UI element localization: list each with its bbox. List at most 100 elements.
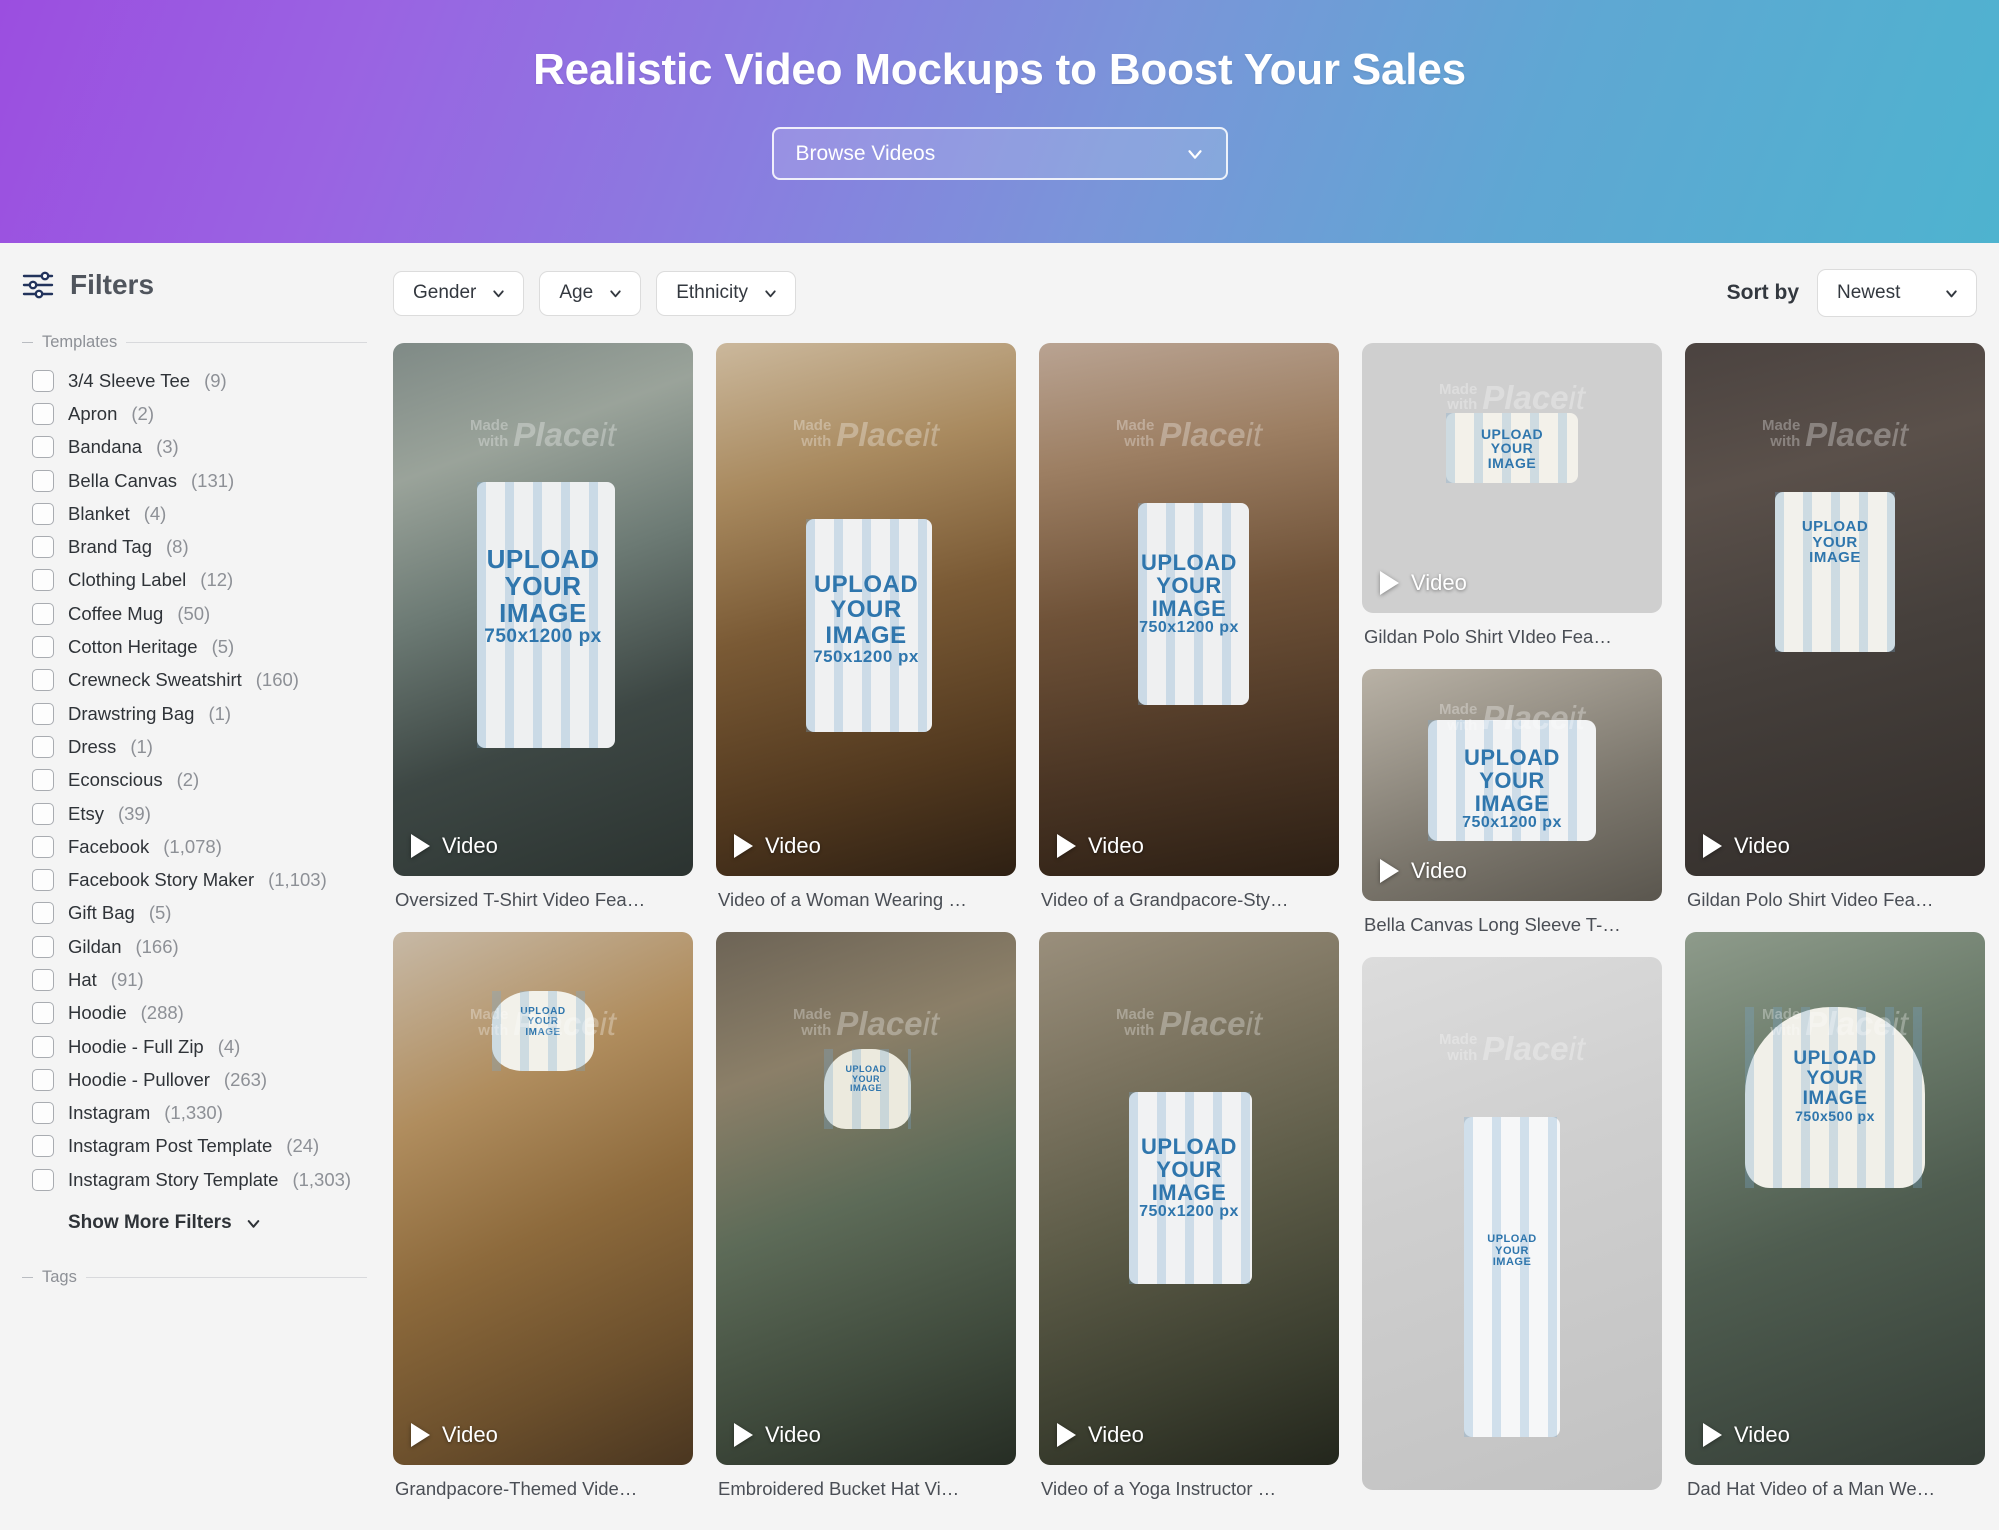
upload-line-3: IMAGE (825, 621, 907, 649)
mockup-card[interactable]: UPLOAD YOUR IMAGE Made with Placeit Video Grand… (393, 932, 693, 1511)
mockup-card[interactable]: UPLOAD YOUR IMAGE 750x1200 px Made with Placei… (1362, 669, 1662, 947)
mockup-card[interactable]: UPLOAD YOUR IMAGE Made with Placeit (1362, 957, 1662, 1490)
mockup-thumbnail[interactable]: UPLOAD YOUR IMAGE 750x1200 px Made with Placei… (1362, 669, 1662, 901)
template-filter-item[interactable]: Hoodie - Full Zip (4) (22, 1030, 385, 1063)
checkbox[interactable] (32, 536, 54, 559)
play-icon (1057, 1423, 1076, 1447)
age-filter-dropdown[interactable]: Age (539, 270, 642, 316)
mockup-thumbnail[interactable]: UPLOAD YOUR IMAGE 750x1200 px Made with Placei… (1039, 343, 1339, 876)
mockup-card[interactable]: UPLOAD YOUR IMAGE Made with Placeit Video Gilda… (1685, 343, 1985, 922)
checkbox[interactable] (32, 802, 54, 825)
upload-line-3: IMAGE (1151, 596, 1227, 622)
checkbox[interactable] (32, 502, 54, 525)
checkbox[interactable] (32, 869, 54, 892)
checkbox[interactable] (32, 702, 54, 725)
mockup-thumbnail[interactable]: UPLOAD YOUR IMAGE 750x500 px Made with Placeit… (1685, 932, 1985, 1465)
upload-dimensions: 750x1200 px (1139, 619, 1239, 637)
mockup-card[interactable]: UPLOAD YOUR IMAGE 750x1200 px Made with Placei… (393, 343, 693, 922)
template-filter-item[interactable]: Drawstring Bag (1) (22, 697, 385, 730)
sort-by-dropdown[interactable]: Newest (1817, 269, 1977, 317)
checkbox[interactable] (32, 1035, 54, 1058)
template-filter-item[interactable]: Bandana (3) (22, 431, 385, 464)
template-filter-item[interactable]: Bella Canvas (131) (22, 464, 385, 497)
mockup-thumbnail[interactable]: UPLOAD YOUR IMAGE Made with Placeit Video (1685, 343, 1985, 876)
template-filter-label: Etsy (68, 802, 104, 824)
template-filter-item[interactable]: Crewneck Sweatshirt (160) (22, 664, 385, 697)
checkbox[interactable] (32, 968, 54, 991)
mockup-card[interactable]: UPLOAD YOUR IMAGE 750x500 px Made with Placeit… (1685, 932, 1985, 1511)
upload-line-2: YOUR (1812, 533, 1858, 551)
checkbox[interactable] (32, 369, 54, 392)
mockup-thumbnail[interactable]: UPLOAD YOUR IMAGE Made with Placeit Video (1362, 343, 1662, 613)
checkbox[interactable] (32, 402, 54, 425)
upload-dimensions: 750x1200 px (1139, 1202, 1239, 1220)
template-filter-item[interactable]: Blanket (4) (22, 497, 385, 530)
mockup-thumbnail[interactable]: UPLOAD YOUR IMAGE 750x1200 px Made with Placei… (393, 343, 693, 876)
template-filter-item[interactable]: Gildan (166) (22, 930, 385, 963)
mockup-thumbnail[interactable]: UPLOAD YOUR IMAGE Made with Placeit (1362, 957, 1662, 1490)
show-more-filters-button[interactable]: Show More Filters (68, 1212, 385, 1234)
play-icon (734, 1423, 753, 1447)
upload-line-2: YOUR (1156, 572, 1222, 598)
template-filter-item[interactable]: Instagram Post Template (24) (22, 1130, 385, 1163)
checkbox[interactable] (32, 1135, 54, 1158)
upload-line-1: UPLOAD (1464, 744, 1560, 770)
template-filter-count: (3) (156, 436, 179, 458)
template-filter-item[interactable]: Clothing Label (12) (22, 564, 385, 597)
mockup-card[interactable]: UPLOAD YOUR IMAGE Made with Placeit Video Gilda… (1362, 343, 1662, 659)
template-filter-item[interactable]: Instagram Story Template (1,303) (22, 1163, 385, 1196)
checkbox[interactable] (32, 469, 54, 492)
checkbox[interactable] (32, 1068, 54, 1091)
video-badge: Video (1057, 833, 1144, 859)
mockup-card[interactable]: UPLOAD YOUR IMAGE 750x1200 px Made with Placei… (1039, 932, 1339, 1511)
checkbox[interactable] (32, 569, 54, 592)
mockup-card[interactable]: UPLOAD YOUR IMAGE 750x1200 px Made with Placei… (716, 343, 1016, 922)
gender-filter-dropdown[interactable]: Gender (393, 270, 525, 316)
mockup-thumbnail[interactable]: UPLOAD YOUR IMAGE 750x1200 px Made with Placei… (716, 343, 1016, 876)
template-filter-item[interactable]: Instagram (1,330) (22, 1097, 385, 1130)
play-icon (1057, 834, 1076, 858)
template-filter-item[interactable]: Gift Bag (5) (22, 897, 385, 930)
checkbox[interactable] (32, 935, 54, 958)
mockup-thumbnail[interactable]: UPLOAD YOUR IMAGE Made with Placeit Video (716, 932, 1016, 1465)
template-filter-label: Hoodie - Full Zip (68, 1035, 204, 1057)
template-filter-label: Econscious (68, 769, 163, 791)
template-filter-item[interactable]: Hoodie (288) (22, 997, 385, 1030)
checkbox[interactable] (32, 1168, 54, 1191)
template-filter-item[interactable]: Econscious (2) (22, 764, 385, 797)
template-filter-item[interactable]: Dress (1) (22, 730, 385, 763)
checkbox[interactable] (32, 1002, 54, 1025)
ethnicity-filter-dropdown[interactable]: Ethnicity (656, 270, 796, 316)
mockup-thumbnail[interactable]: UPLOAD YOUR IMAGE 750x1200 px Made with Placei… (1039, 932, 1339, 1465)
template-filter-item[interactable]: Apron (2) (22, 397, 385, 430)
template-filter-item[interactable]: Coffee Mug (50) (22, 597, 385, 630)
checkbox[interactable] (32, 669, 54, 692)
checkbox[interactable] (32, 436, 54, 459)
template-filter-item[interactable]: Cotton Heritage (5) (22, 630, 385, 663)
browse-videos-dropdown[interactable]: Browse Videos (771, 127, 1228, 180)
checkbox[interactable] (32, 636, 54, 659)
mockup-card[interactable]: UPLOAD YOUR IMAGE Made with Placeit Video Embro… (716, 932, 1016, 1511)
mockup-card[interactable]: UPLOAD YOUR IMAGE 750x1200 px Made with Placei… (1039, 343, 1339, 922)
template-filter-item[interactable]: Hoodie - Pullover (263) (22, 1063, 385, 1096)
templates-section-divider: Templates (22, 333, 367, 352)
checkbox[interactable] (32, 735, 54, 758)
checkbox[interactable] (32, 835, 54, 858)
upload-line-1: UPLOAD (1480, 425, 1544, 442)
template-filter-item[interactable]: Hat (91) (22, 963, 385, 996)
template-filter-item[interactable]: Facebook Story Maker (1,103) (22, 863, 385, 896)
checkbox[interactable] (32, 1102, 54, 1125)
video-badge-label: Video (765, 1422, 821, 1447)
template-filter-list: 3/4 Sleeve Tee (9) Apron (2) Bandana (3) Bella… (22, 364, 385, 1196)
template-filter-item[interactable]: 3/4 Sleeve Tee (9) (22, 364, 385, 397)
checkbox[interactable] (32, 602, 54, 625)
hero-banner: Realistic Video Mockups to Boost Your Sa… (0, 0, 1999, 243)
mockup-card-title: Bella Canvas Long Sleeve T-… (1364, 914, 1621, 935)
checkbox[interactable] (32, 902, 54, 925)
checkbox[interactable] (32, 769, 54, 792)
template-filter-item[interactable]: Facebook (1,078) (22, 830, 385, 863)
mockup-card-title: Video of a Grandpacore-Sty… (1041, 889, 1289, 910)
mockup-thumbnail[interactable]: UPLOAD YOUR IMAGE Made with Placeit Video (393, 932, 693, 1465)
template-filter-item[interactable]: Etsy (39) (22, 797, 385, 830)
template-filter-item[interactable]: Brand Tag (8) (22, 530, 385, 563)
